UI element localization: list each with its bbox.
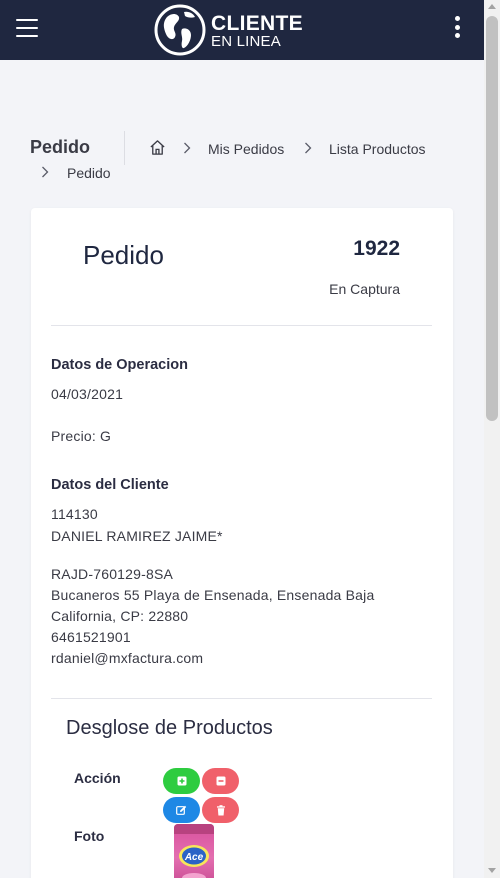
order-number: 1922 xyxy=(353,237,400,260)
breadcrumb-item-current: Pedido xyxy=(67,165,111,181)
chevron-right-icon xyxy=(184,142,191,154)
minus-icon xyxy=(216,776,225,786)
kebab-menu-icon[interactable] xyxy=(452,16,462,40)
scroll-down-arrow-icon[interactable] xyxy=(488,868,496,873)
operation-price: Precio: G xyxy=(51,428,112,444)
divider xyxy=(51,325,432,326)
page-scrollbar[interactable] xyxy=(484,0,500,878)
chevron-right-icon xyxy=(42,166,49,178)
product-photo[interactable]: Ace xyxy=(174,824,214,878)
photo-column-label: Foto xyxy=(74,828,105,844)
order-card: Pedido 1922 En Captura Datos de Operacio… xyxy=(31,208,453,878)
scroll-up-arrow-icon[interactable] xyxy=(488,4,496,9)
client-email: rdaniel@mxfactura.com xyxy=(51,650,204,666)
delete-product-button[interactable] xyxy=(202,797,239,823)
scroll-thumb[interactable] xyxy=(486,16,498,421)
remove-quantity-button[interactable] xyxy=(202,768,239,794)
edit-product-button[interactable] xyxy=(163,797,200,823)
breadcrumb-item-lista-productos[interactable]: Lista Productos xyxy=(329,141,426,157)
hamburger-menu-icon[interactable] xyxy=(16,19,38,39)
trash-icon xyxy=(216,804,225,815)
add-quantity-button[interactable] xyxy=(163,768,200,794)
operation-section-title: Datos de Operacion xyxy=(51,357,188,373)
client-address-line1: Bucaneros 55 Playa de Ensenada, Ensenada… xyxy=(51,587,375,603)
app-logo[interactable]: CLIENTE EN LINEA xyxy=(153,3,318,57)
client-section-title: Datos del Cliente xyxy=(51,477,169,493)
top-navbar: CLIENTE EN LINEA xyxy=(0,0,484,60)
action-column-label: Acción xyxy=(74,770,121,786)
edit-icon xyxy=(176,805,187,815)
products-section-title: Desglose de Productos xyxy=(66,717,273,739)
order-title: Pedido xyxy=(83,240,164,270)
operation-date: 04/03/2021 xyxy=(51,386,124,402)
home-icon[interactable] xyxy=(149,139,166,156)
breadcrumb-divider xyxy=(124,131,125,165)
page-title: Pedido xyxy=(30,137,91,157)
detergent-package-image: Ace xyxy=(174,824,214,878)
client-name: DANIEL RAMIREZ JAIME* xyxy=(51,528,223,544)
globe-icon xyxy=(154,4,206,56)
client-rfc: RAJD-760129-8SA xyxy=(51,566,174,582)
chevron-right-icon xyxy=(305,142,312,154)
breadcrumb-item-mis-pedidos[interactable]: Mis Pedidos xyxy=(208,141,284,157)
plus-icon xyxy=(177,776,186,786)
product-brand-text: Ace xyxy=(184,852,204,863)
client-phone: 6461521901 xyxy=(51,629,131,645)
logo-subtitle: EN LINEA xyxy=(211,33,281,50)
client-address-line2: California, CP: 22880 xyxy=(51,608,189,624)
client-id: 114130 xyxy=(51,506,98,522)
divider xyxy=(51,698,432,699)
order-status: En Captura xyxy=(329,281,400,297)
